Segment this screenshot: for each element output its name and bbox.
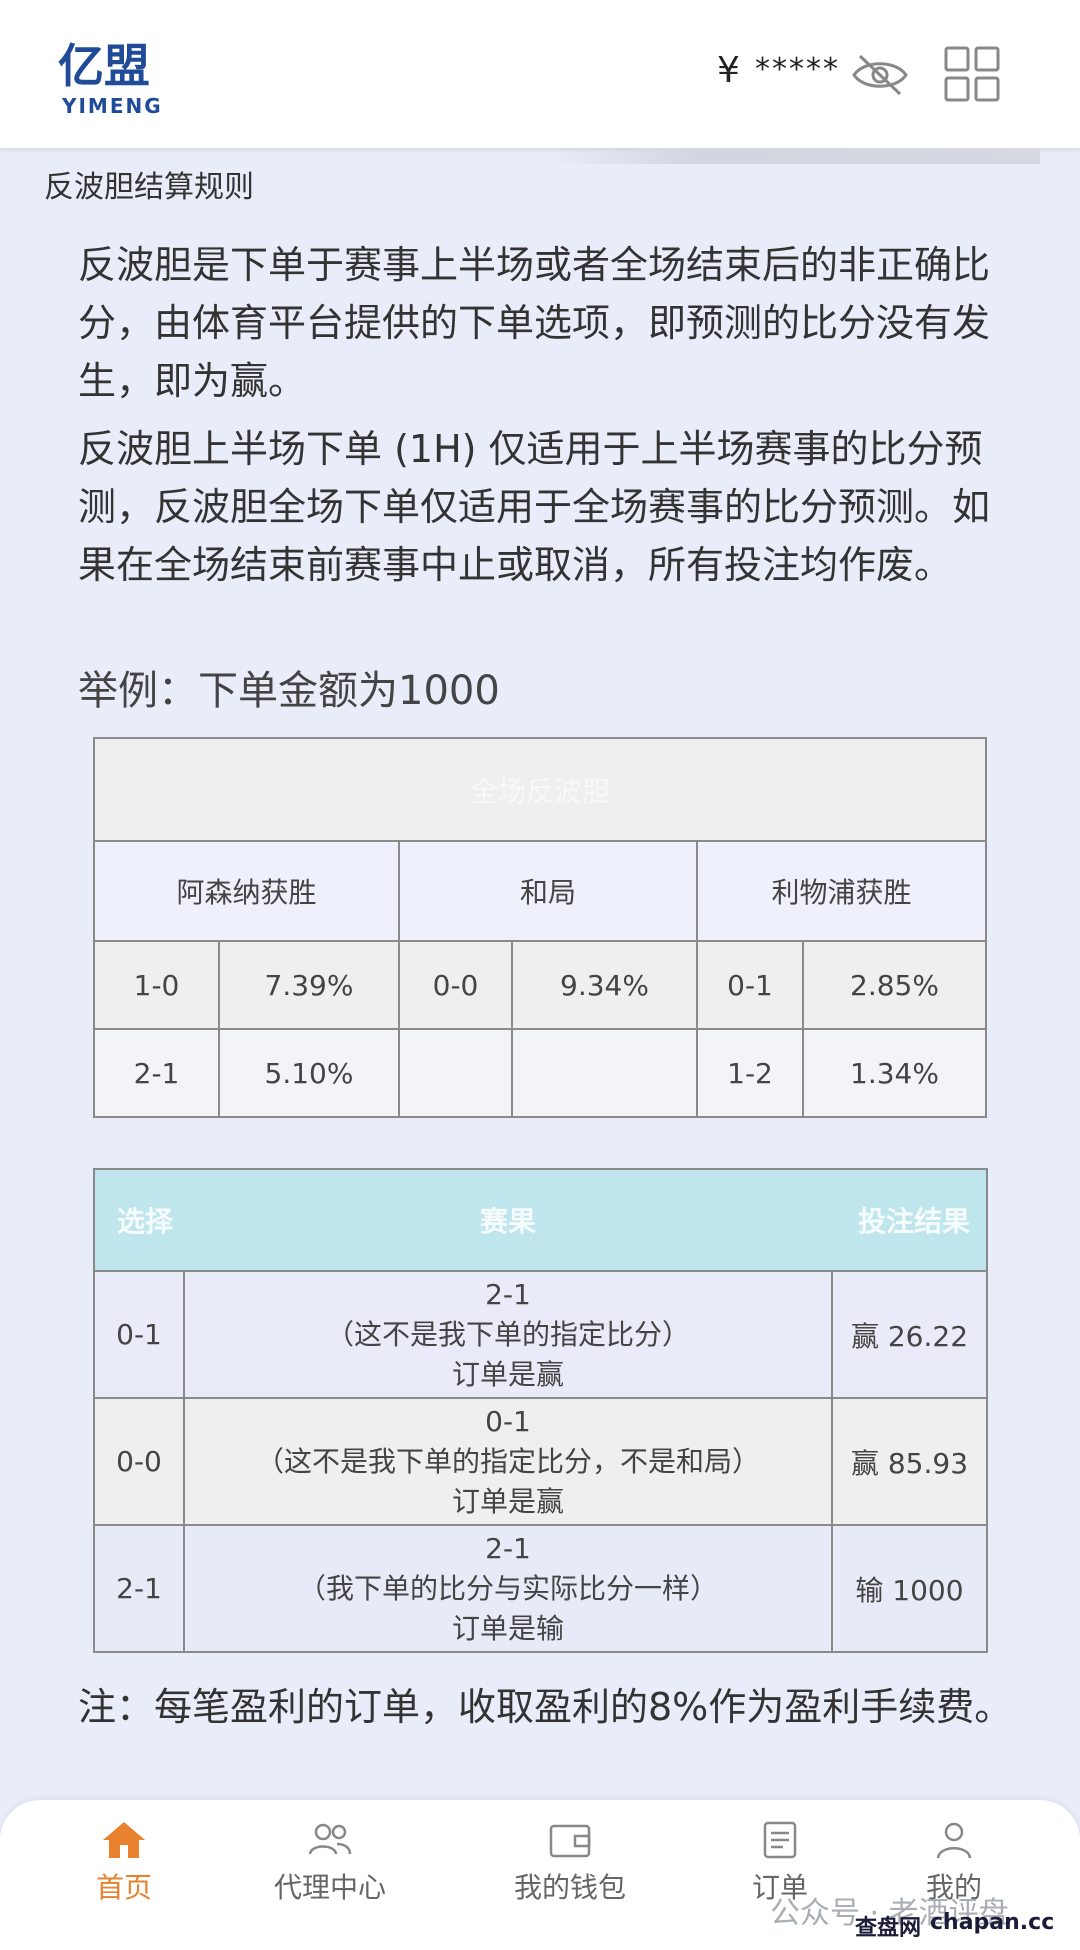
team-header-home: 阿森纳获胜 [93, 840, 400, 942]
logo-text: YIMENG [62, 94, 163, 118]
rule-paragraph-1: 反波胆是下单于赛事上半场或者全场结束后的非正确比分，由体育平台提供的下单选项，即… [78, 243, 991, 403]
nav-label-wallet: 我的钱包 [513, 1871, 626, 1904]
currency-symbol: ¥ [717, 50, 740, 91]
table-cell: 1.34% [802, 1028, 987, 1118]
team-header-draw: 和局 [398, 840, 698, 942]
outcome-score: 2-1 [485, 1531, 531, 1565]
odds-table-title: 全场反波胆 [93, 737, 987, 842]
outcome-explanation: （这不是我下单的指定比分，不是和局） [255, 1444, 760, 1478]
watermark-site-url: chapan.cc [930, 1910, 1055, 1935]
grid-menu-icon[interactable] [943, 45, 1001, 103]
example-text: 举例：下单金额为1000 [78, 668, 500, 714]
top-header: 亿盟 YIMENG ¥ ***** [0, 0, 1080, 148]
table-cell [398, 1028, 513, 1118]
table-cell: 0-0 [398, 940, 513, 1030]
column-header-result: 赛果 [184, 1168, 832, 1272]
fee-note: 注：每笔盈利的订单，收取盈利的8%作为盈利手续费。 [78, 1685, 1013, 1729]
outcome-score: 0-1 [485, 1404, 531, 1438]
order-icon [763, 1821, 797, 1859]
outcome-status: 订单是输 [451, 1611, 564, 1645]
table-row: 0-0 0-1 （这不是我下单的指定比分，不是和局） 订单是赢 赢 85.93 [93, 1397, 988, 1526]
watermark-site-name: 查盘网 [855, 1916, 922, 1941]
table-cell [511, 1028, 698, 1118]
nav-wallet[interactable]: 我的钱包 [490, 1820, 650, 1930]
eye-off-icon[interactable] [850, 52, 910, 98]
user-icon [936, 1822, 972, 1859]
outcome-score: 2-1 [485, 1277, 531, 1311]
table-cell: 7.39% [218, 940, 400, 1030]
team-header-away: 利物浦获胜 [696, 840, 987, 942]
bet-result-cell: 输 1000 [831, 1524, 988, 1653]
home-icon [103, 1822, 145, 1858]
table-cell: 0-1 [696, 940, 804, 1030]
outcome-status: 订单是赢 [451, 1484, 564, 1518]
choice-cell: 0-1 [93, 1270, 185, 1399]
bet-result-cell: 赢 26.22 [831, 1270, 988, 1399]
result-table: 选择 赛果 投注结果 0-1 2-1 （这不是我下单的指定比分） 订单是赢 赢 … [93, 1168, 988, 1653]
column-header-choice: 选择 [93, 1168, 184, 1272]
table-cell: 1-0 [93, 940, 220, 1030]
outcome-explanation: （这不是我下单的指定比分） [325, 1317, 690, 1351]
table-row: 2-1 2-1 （我下单的比分与实际比分一样） 订单是输 输 1000 [93, 1524, 988, 1653]
table-cell: 2-1 [93, 1028, 220, 1118]
table-cell: 1-2 [696, 1028, 804, 1118]
rule-paragraph-2: 反波胆上半场下单 (1H) 仅适用于上半场赛事的比分预测，反波胆全场下单仅适用于… [78, 427, 991, 587]
nav-agent-center[interactable]: 代理中心 [250, 1820, 410, 1930]
balance-masked: ***** [755, 52, 840, 87]
column-header-bet-result: 投注结果 [832, 1168, 988, 1272]
yimeng-logo[interactable]: 亿盟 YIMENG [58, 40, 198, 120]
table-cell: 9.34% [511, 940, 698, 1030]
choice-cell: 2-1 [93, 1524, 185, 1653]
table-row: 0-1 2-1 （这不是我下单的指定比分） 订单是赢 赢 26.22 [93, 1270, 988, 1399]
table-cell: 2.85% [802, 940, 987, 1030]
section-title: 反波胆结算规则 [44, 170, 254, 205]
outcome-status: 订单是赢 [451, 1357, 564, 1391]
outcome-explanation: （我下单的比分与实际比分一样） [297, 1571, 718, 1605]
choice-cell: 0-0 [93, 1397, 185, 1526]
odds-table: 全场反波胆 阿森纳获胜 和局 利物浦获胜 1-0 7.39% 0-0 9.34%… [93, 737, 987, 1118]
table-cell: 5.10% [218, 1028, 400, 1118]
outcome-cell: 2-1 （这不是我下单的指定比分） 订单是赢 [183, 1270, 833, 1399]
logo-mark: 亿盟 [58, 39, 150, 93]
bet-result-cell: 赢 85.93 [831, 1397, 988, 1526]
agents-icon [308, 1823, 352, 1855]
outcome-cell: 0-1 （这不是我下单的指定比分，不是和局） 订单是赢 [183, 1397, 833, 1526]
outcome-cell: 2-1 （我下单的比分与实际比分一样） 订单是输 [183, 1524, 833, 1653]
nav-label-agent-center: 代理中心 [273, 1871, 386, 1904]
wallet-icon [549, 1824, 591, 1858]
header-shadow-strip [550, 148, 1040, 164]
nav-label-home: 首页 [95, 1871, 152, 1904]
nav-home[interactable]: 首页 [44, 1820, 204, 1930]
